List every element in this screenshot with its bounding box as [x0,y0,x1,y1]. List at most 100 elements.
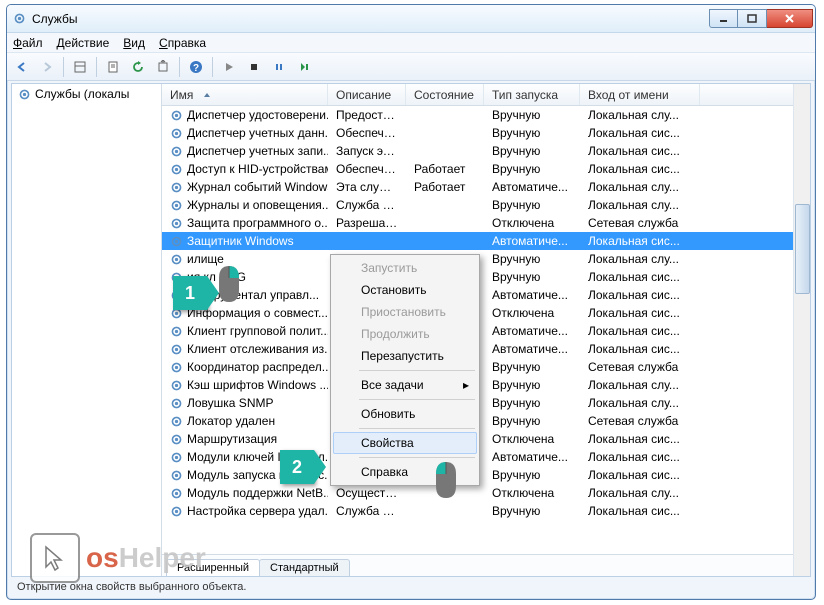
gear-icon [170,199,183,212]
view-tabs: Расширенный Стандартный [162,554,810,576]
ctx-Обновить[interactable]: Обновить [333,403,477,425]
play-icon[interactable] [218,56,240,78]
window-title: Службы [32,12,709,26]
service-row[interactable]: Локатор удаленВручнуюСетевая служба [162,412,810,430]
service-row[interactable]: Модуль поддержки NetB...Осуществ...Отклю… [162,484,810,502]
watermark-text: osHelper [86,542,206,574]
right-click-mouse-icon [215,264,243,304]
col-name[interactable]: Имя [162,84,328,105]
help-icon[interactable]: ? [185,56,207,78]
column-headers: Имя Описание Состояние Тип запуска Вход … [162,84,810,106]
service-row[interactable]: Диспетчер удостоверени...Предостав...Вру… [162,106,810,124]
stop-icon[interactable] [243,56,265,78]
gear-icon [170,325,183,338]
gear-icon [170,451,183,464]
menubar: Файл Действие Вид Справка [7,33,815,53]
scrollbar-thumb[interactable] [795,204,810,294]
close-button[interactable] [767,9,813,28]
service-row[interactable]: МаршрутизацияОтключенаЛокальная сис... [162,430,810,448]
col-logon[interactable]: Вход от имени [580,84,700,105]
scrollbar[interactable] [793,84,810,576]
gear-icon [170,433,183,446]
svg-text:?: ? [193,63,199,74]
gear-icon [170,145,183,158]
gear-icon [170,163,183,176]
gear-icon [18,88,31,101]
export-icon[interactable] [152,56,174,78]
menu-help[interactable]: Справка [159,36,206,50]
tree-item-services[interactable]: Службы (локалы [12,84,161,104]
gear-icon [170,181,183,194]
context-menu: ЗапуститьОстановитьПриостановитьПродолжи… [330,254,480,486]
service-row[interactable]: Настройка сервера удал...Служба на...Вру… [162,502,810,520]
left-click-mouse-icon [432,460,460,500]
back-button[interactable] [11,56,33,78]
annotation-badge-2: 2 [280,450,314,484]
watermark: osHelper [30,533,206,583]
ctx-Перезапустить[interactable]: Перезапустить [333,345,477,367]
service-row[interactable]: ия кл CNGВручнуюЛокальная сис... [162,268,810,286]
gear-icon [170,343,183,356]
service-row[interactable]: Защитник WindowsАвтоматиче...Локальная с… [162,232,810,250]
gear-icon [170,415,183,428]
menu-view[interactable]: Вид [123,36,145,50]
tab-standard[interactable]: Стандартный [259,559,350,576]
service-row[interactable]: Доступ к HID-устройствамОбеспечи...Работ… [162,160,810,178]
gear-icon [170,217,183,230]
gear-icon [170,109,183,122]
gear-icon [170,253,183,266]
maximize-button[interactable] [738,9,767,28]
sort-asc-icon [203,91,211,99]
details-pane-icon[interactable] [69,56,91,78]
forward-button[interactable] [36,56,58,78]
list-pane: Имя Описание Состояние Тип запуска Вход … [162,84,810,576]
tree-item-label: Службы (локалы [35,87,129,101]
service-row[interactable]: Кэш шрифтов Windows ...ВручнуюЛокальная … [162,376,810,394]
refresh-icon[interactable] [127,56,149,78]
menu-file[interactable]: Файл [13,36,43,50]
services-icon [13,12,26,25]
col-state[interactable]: Состояние [406,84,484,105]
annotation-badge-1: 1 [173,276,207,310]
service-row[interactable]: Модуль запуска процесс...Служба D...Вруч… [162,466,810,484]
tree-pane: Службы (локалы [12,84,162,576]
gear-icon [170,361,183,374]
service-row[interactable]: Инструментал управл...Автоматиче...Локал… [162,286,810,304]
gear-icon [170,487,183,500]
properties-icon[interactable] [102,56,124,78]
gear-icon [170,127,183,140]
gear-icon [170,379,183,392]
service-row[interactable]: Координатор распредел...ВручнуюСетевая с… [162,358,810,376]
toolbar: ? [7,53,815,81]
pause-icon[interactable] [268,56,290,78]
gear-icon [170,235,183,248]
service-row[interactable]: Защита программного о...Разрешает...Откл… [162,214,810,232]
service-row[interactable]: Ловушка SNMPВручнуюЛокальная слу... [162,394,810,412]
ctx-Продолжить: Продолжить [333,323,477,345]
col-desc[interactable]: Описание [328,84,406,105]
minimize-button[interactable] [709,9,738,28]
gear-icon [170,469,183,482]
service-list: Диспетчер удостоверени...Предостав...Вру… [162,106,810,554]
gear-icon [170,505,183,518]
col-startup[interactable]: Тип запуска [484,84,580,105]
ctx-Все задачи[interactable]: Все задачи▸ [333,374,477,396]
service-row[interactable]: Журналы и оповещения...Служба ж...Вручну… [162,196,810,214]
service-row[interactable]: илищеВручнуюЛокальная слу... [162,250,810,268]
cursor-icon [30,533,80,583]
service-row[interactable]: Клиент групповой полит...Автоматиче...Ло… [162,322,810,340]
restart-icon[interactable] [293,56,315,78]
ctx-Запустить: Запустить [333,257,477,279]
ctx-Приостановить: Приостановить [333,301,477,323]
gear-icon [170,397,183,410]
service-row[interactable]: Клиент отслеживания из...Автоматиче...Ло… [162,340,810,358]
service-row[interactable]: Модули ключей IPsec дл...Автоматиче...Ло… [162,448,810,466]
service-row[interactable]: Журнал событий WindowsЭта служб...Работа… [162,178,810,196]
service-row[interactable]: Диспетчер учетных запи...Запуск это...Вр… [162,142,810,160]
service-row[interactable]: Информация о совмест...ОтключенаЛокальна… [162,304,810,322]
service-row[interactable]: Диспетчер учетных данн...Обеспечи...Вруч… [162,124,810,142]
menu-action[interactable]: Действие [57,36,110,50]
ctx-Остановить[interactable]: Остановить [333,279,477,301]
titlebar[interactable]: Службы [7,5,815,33]
ctx-Свойства[interactable]: Свойства [333,432,477,454]
